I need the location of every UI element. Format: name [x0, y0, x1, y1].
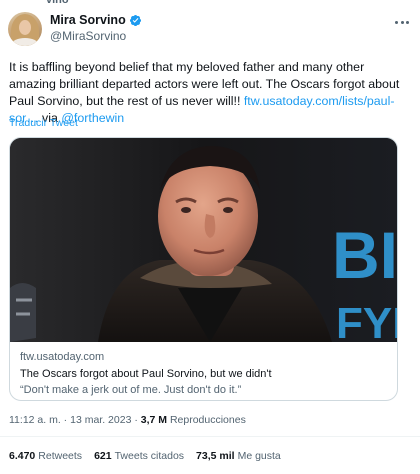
- verified-badge-icon: [129, 14, 141, 26]
- likes-label: Me gusta: [237, 450, 281, 462]
- tweet-meta: 11:12 a. m. · 13 mar. 2023 · 3,7 M Repro…: [9, 414, 246, 426]
- quote-tweets-count: 621: [94, 450, 112, 462]
- meta-separator: ·: [60, 414, 71, 426]
- link-card-domain: ftw.usatoday.com: [20, 351, 105, 363]
- link-card[interactable]: BI FYI ftw.usatoday.com The Oscars forgo…: [9, 137, 398, 401]
- link-card-footer: ftw.usatoday.com The Oscars forgot about…: [10, 342, 397, 400]
- author-display-name[interactable]: Mira Sorvino: [50, 12, 126, 28]
- divider: [0, 436, 420, 437]
- likes-stat[interactable]: 73,5 mil Me gusta: [196, 450, 281, 462]
- avatar[interactable]: [8, 12, 42, 46]
- link-card-description: “Don't make a jerk out of me. Just don't…: [20, 384, 242, 396]
- previous-tweet-clip: vino: [46, 0, 69, 6]
- link-card-image: BI FYI: [10, 138, 397, 342]
- tweet-time[interactable]: 11:12 a. m.: [9, 414, 61, 426]
- tweet-header: Mira Sorvino @MiraSorvino: [8, 12, 412, 52]
- likes-count: 73,5 mil: [196, 450, 235, 462]
- views-count: 3,7 M: [140, 414, 168, 426]
- views-label: Reproducciones: [169, 414, 246, 426]
- tweet-date[interactable]: 13 mar. 2023: [70, 414, 131, 426]
- quote-tweets-stat[interactable]: 621 Tweets citados: [94, 450, 184, 462]
- retweets-count: 6.470: [9, 450, 36, 462]
- author-handle[interactable]: @MiraSorvino: [50, 28, 142, 44]
- portrait-photo: BI FYI: [10, 138, 397, 342]
- more-options-icon[interactable]: [392, 14, 412, 30]
- meta-separator-2: ·: [131, 414, 141, 426]
- tweet-stats: 6.470 Retweets 621 Tweets citados 73,5 mil…: [9, 450, 293, 462]
- quote-tweets-label: Tweets citados: [114, 450, 185, 462]
- backdrop-letters-bottom: FYI: [336, 299, 397, 342]
- retweets-stat[interactable]: 6.470 Retweets: [9, 450, 82, 462]
- author-names: Mira Sorvino @MiraSorvino: [50, 12, 142, 44]
- link-card-title: The Oscars forgot about Paul Sorvino, bu…: [20, 368, 272, 380]
- translate-tweet-link[interactable]: Traducir Tweet: [9, 117, 78, 129]
- backdrop-letters-top: BI: [332, 218, 397, 292]
- retweets-label: Retweets: [38, 450, 83, 462]
